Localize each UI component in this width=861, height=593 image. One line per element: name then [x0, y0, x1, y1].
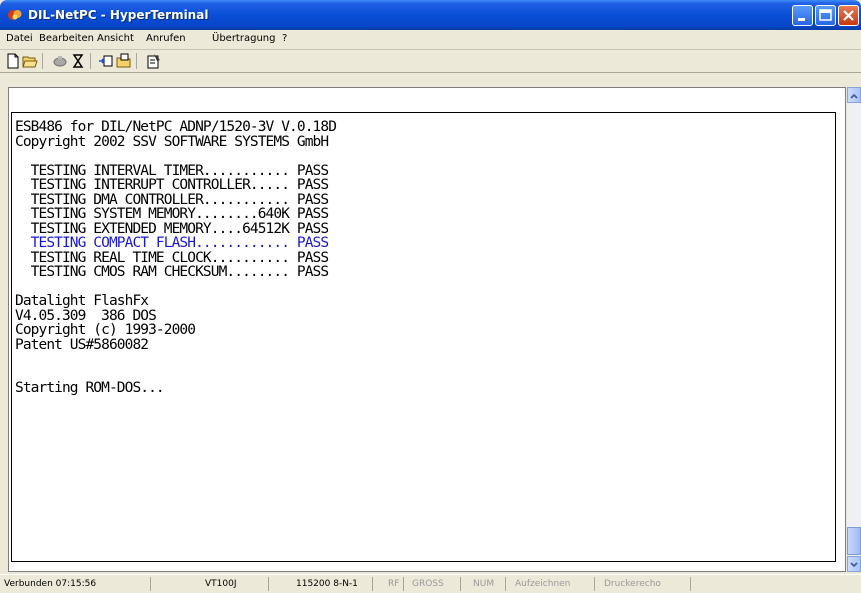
terminal-line: TESTING REAL TIME CLOCK.......... PASS	[15, 249, 329, 266]
disconnect-icon[interactable]	[52, 53, 68, 69]
status-separator	[690, 577, 691, 591]
chevron-down-icon	[850, 562, 858, 568]
toolbar-separator	[136, 53, 137, 69]
menu-uebertragung[interactable]: Übertragung	[212, 33, 275, 44]
terminal-line: TESTING INTERRUPT CONTROLLER..... PASS	[15, 177, 329, 193]
status-port-settings: 115200 8-N-1	[296, 579, 358, 589]
status-separator	[460, 577, 461, 591]
receive-icon[interactable]	[116, 53, 132, 69]
status-separator	[403, 577, 404, 591]
terminal-line: Copyright (c) 1993-2000	[15, 322, 196, 338]
status-connected: Verbunden 07:15:56	[4, 579, 97, 589]
properties-icon[interactable]	[146, 53, 162, 69]
terminal-line: Starting ROM-DOS...	[15, 380, 165, 396]
terminal-screen[interactable]: ESB486 for DIL/NetPC ADNP/1520-3V V.0.18…	[11, 112, 836, 562]
status-bar: Verbunden 07:15:56 VT100J 115200 8-N-1 R…	[0, 574, 861, 593]
toolbar-separator	[90, 53, 91, 69]
terminal-line: TESTING INTERVAL TIMER........... PASS	[15, 162, 329, 179]
open-icon[interactable]	[22, 53, 38, 69]
terminal-line: TESTING EXTENDED MEMORY....64512K PASS	[15, 220, 329, 237]
close-button[interactable]	[838, 5, 859, 26]
menu-bearbeiten[interactable]: Bearbeiten	[39, 33, 94, 44]
terminal-line: Datalight FlashFx	[15, 293, 149, 309]
vertical-scrollbar[interactable]	[847, 87, 861, 572]
terminal-line: Copyright 2002 SSV SOFTWARE SYSTEMS GmbH	[15, 133, 329, 150]
status-separator	[268, 577, 269, 591]
menu-bar: Datei Bearbeiten Ansicht Anrufen Übertra…	[0, 30, 861, 50]
scroll-up-button[interactable]	[847, 87, 861, 103]
terminal-line: TESTING COMPACT FLASH............ PASS	[15, 235, 329, 251]
terminal-line: V4.05.309 386 DOS	[15, 307, 157, 324]
maximize-icon	[819, 9, 832, 21]
chevron-up-icon	[850, 93, 858, 99]
terminal-line: TESTING SYSTEM MEMORY........640K PASS	[15, 206, 329, 222]
toolbar-separator	[42, 53, 43, 69]
new-icon[interactable]	[5, 53, 21, 69]
send-icon[interactable]	[98, 53, 114, 69]
scrollbar-thumb[interactable]	[847, 527, 861, 555]
toolbar	[0, 50, 861, 73]
minimize-button[interactable]	[792, 5, 813, 26]
minimize-icon	[798, 18, 805, 21]
status-gross: GROSS	[412, 579, 444, 589]
window-title: DIL-NetPC - HyperTerminal	[28, 8, 209, 22]
menu-datei[interactable]: Datei	[6, 33, 33, 44]
terminal-line: Patent US#5860082	[15, 336, 149, 353]
status-num: NUM	[473, 579, 495, 589]
status-separator	[150, 577, 151, 591]
status-rf: RF	[388, 579, 400, 589]
menu-anrufen[interactable]: Anrufen	[146, 33, 186, 44]
terminal-line: TESTING DMA CONTROLLER........... PASS	[15, 191, 329, 208]
status-separator	[372, 577, 373, 591]
terminal-line: TESTING CMOS RAM CHECKSUM........ PASS	[15, 264, 329, 280]
close-icon	[843, 10, 854, 21]
status-emulation: VT100J	[205, 579, 237, 589]
connect-icon[interactable]	[70, 53, 86, 69]
status-separator	[505, 577, 506, 591]
scroll-down-button[interactable]	[847, 556, 861, 572]
hyperterminal-app-icon	[8, 10, 22, 20]
maximize-button[interactable]	[815, 5, 836, 26]
title-bar[interactable]: DIL-NetPC - HyperTerminal	[0, 0, 861, 30]
status-print-echo: Druckerecho	[604, 579, 661, 589]
menu-ansicht[interactable]: Ansicht	[97, 33, 134, 44]
menu-help[interactable]: ?	[282, 33, 287, 44]
status-record: Aufzeichnen	[515, 579, 571, 589]
terminal-line: ESB486 for DIL/NetPC ADNP/1520-3V V.0.18…	[15, 119, 337, 135]
status-separator	[594, 577, 595, 591]
